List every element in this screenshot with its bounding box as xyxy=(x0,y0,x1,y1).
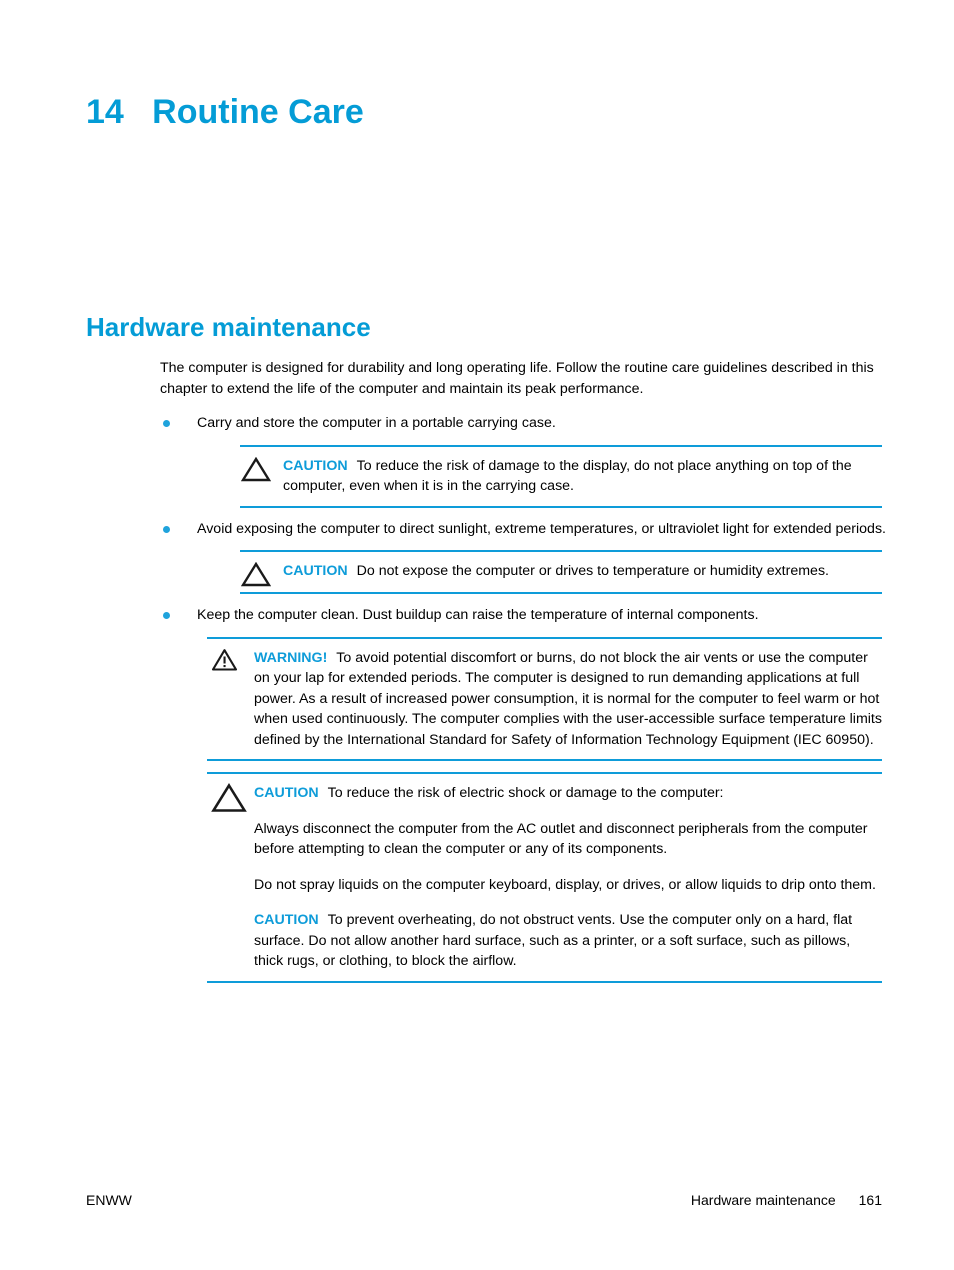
caution-paragraph-3: To prevent overheating, do not obstruct … xyxy=(254,912,853,969)
caution-box: CAUTION Do not expose the computer or dri… xyxy=(240,550,882,594)
footer-left-label: ENWW xyxy=(86,1192,132,1208)
list-item: Carry and store the computer in a portab… xyxy=(160,413,890,434)
caution-triangle-icon xyxy=(240,456,272,487)
caution-body: CAUTION To reduce the risk of electric sh… xyxy=(254,783,882,972)
warning-text: To avoid potential discomfort or burns, … xyxy=(254,649,882,748)
warning-body: WARNING! To avoid potential discomfort or… xyxy=(254,648,882,751)
document-page: 14 Routine Care Hardware maintenance The… xyxy=(0,0,954,1270)
caution-label: CAUTION xyxy=(283,457,348,474)
list-item-text: Keep the computer clean. Dust buildup ca… xyxy=(197,607,759,623)
footer-section-label: Hardware maintenance xyxy=(690,1192,836,1208)
caution-body: CAUTION Do not expose the computer or dri… xyxy=(283,561,882,582)
caution-label: CAUTION xyxy=(254,785,319,801)
caution-label: CAUTION xyxy=(283,563,348,579)
list-item-text: Carry and store the computer in a portab… xyxy=(197,415,556,431)
bullet-dot-icon xyxy=(163,525,170,533)
page-footer: ENWW Hardware maintenance 161 xyxy=(86,1192,882,1208)
caution-lead-text: To reduce the risk of electric shock or … xyxy=(327,785,724,801)
intro-paragraph: The computer is designed for durability … xyxy=(160,360,874,397)
bullet-dot-icon xyxy=(163,420,170,427)
page-title: 14 Routine Care xyxy=(86,92,364,133)
caution-text: To reduce the risk of damage to the disp… xyxy=(283,457,852,495)
caution-triangle-icon xyxy=(240,561,272,592)
caution-text: Do not expose the computer or drives to … xyxy=(356,563,829,579)
warning-label: WARNING! xyxy=(254,649,328,666)
chapter-number: 14 xyxy=(86,93,124,131)
caution-triangle-icon xyxy=(211,783,247,818)
section-heading: Hardware maintenance xyxy=(86,312,371,342)
caution-box: CAUTION To reduce the risk of electric sh… xyxy=(207,772,882,983)
chapter-title-text: Routine Care xyxy=(152,93,364,131)
page-content: The computer is designed for durability … xyxy=(160,358,890,994)
list-item: Avoid exposing the computer to direct su… xyxy=(160,519,890,540)
caution-box: CAUTION To reduce the risk of damage to t… xyxy=(240,444,882,508)
list-item-text: Avoid exposing the computer to direct su… xyxy=(197,520,886,537)
bullet-dot-icon xyxy=(163,612,170,619)
nested-caution-label: CAUTION xyxy=(254,912,319,928)
footer-right: Hardware maintenance 161 xyxy=(691,1192,882,1208)
list-item: Keep the computer clean. Dust buildup ca… xyxy=(160,605,890,626)
warning-triangle-exclamation-icon xyxy=(211,648,238,677)
footer-page-number: 161 xyxy=(858,1192,882,1208)
caution-body: CAUTION To reduce the risk of damage to t… xyxy=(283,456,882,497)
caution-paragraph-2: Do not spray liquids on the computer key… xyxy=(254,876,876,893)
warning-box: WARNING! To avoid potential discomfort or… xyxy=(207,636,882,761)
caution-paragraph-1: Always disconnect the computer from the … xyxy=(254,820,868,858)
